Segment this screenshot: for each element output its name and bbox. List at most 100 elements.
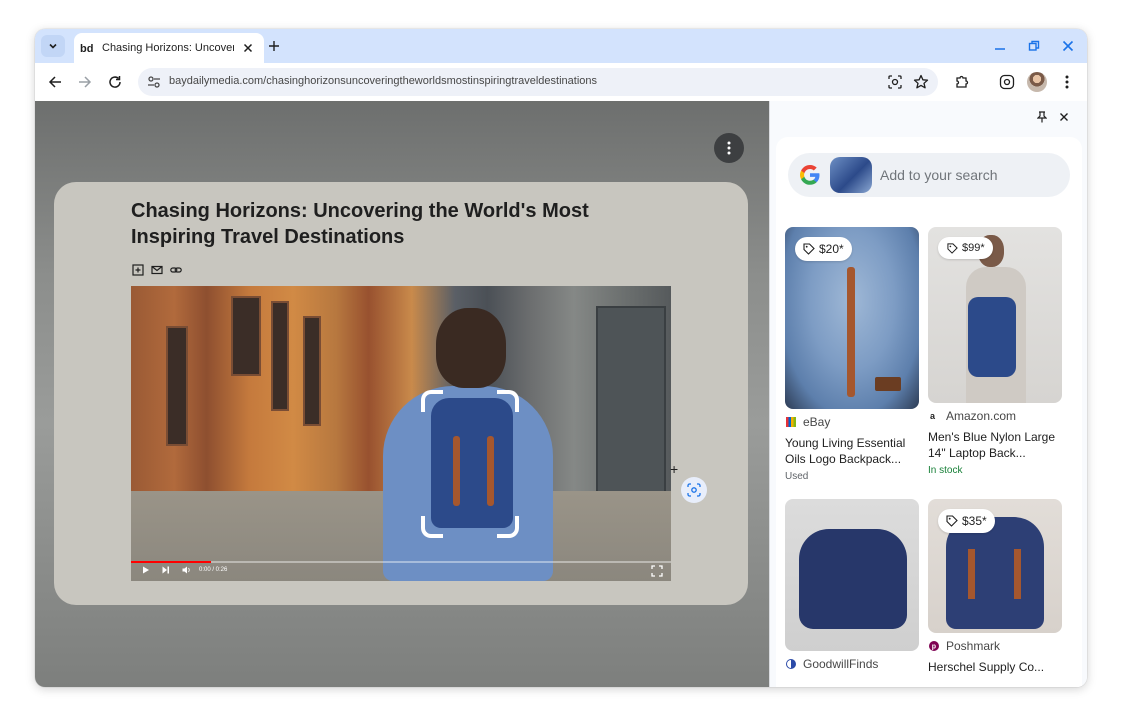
price-tag-icon <box>946 515 958 527</box>
selection-corner[interactable] <box>497 516 519 538</box>
puzzle-icon <box>956 75 969 88</box>
browser-window: bd Chasing Horizons: Uncovering the Worl… <box>35 29 1087 687</box>
close-panel-icon[interactable] <box>1056 109 1072 125</box>
google-lens-button[interactable] <box>995 70 1019 94</box>
result-card[interactable]: $99* a Amazon.com Men's Blue Nylon Large… <box>928 227 1062 476</box>
price-text: $20* <box>819 242 844 256</box>
product-name: Young Living Essential Oils Logo Backpac… <box>785 436 906 466</box>
backpack-strap <box>487 436 494 506</box>
goodwill-icon <box>785 658 797 670</box>
minimize-button[interactable] <box>988 35 1012 57</box>
article-card: Chasing Horizons: Uncovering the World's… <box>54 182 748 605</box>
backpack-object <box>431 398 513 528</box>
profile-avatar[interactable] <box>1027 72 1047 92</box>
forward-button[interactable] <box>73 70 97 94</box>
arrow-left-icon <box>48 76 61 88</box>
add-to-search-bar[interactable]: Add to your search <box>788 153 1070 197</box>
back-button[interactable] <box>43 70 67 94</box>
svg-text:a: a <box>930 411 936 421</box>
selection-corner[interactable] <box>421 390 443 412</box>
price-badge: $35* <box>938 509 995 533</box>
result-source: GoodwillFinds <box>785 657 919 671</box>
menu-button[interactable] <box>1055 70 1079 94</box>
price-badge: $99* <box>938 237 993 259</box>
site-info-icon[interactable] <box>146 74 162 90</box>
video-player[interactable]: 0:00 / 0:26 <box>131 286 671 581</box>
result-card[interactable]: $20* eBay Young Living Essential Oils Lo… <box>785 227 919 482</box>
restore-button[interactable] <box>1022 35 1046 57</box>
result-image[interactable]: $20* <box>785 227 919 409</box>
chevron-down-icon <box>49 43 57 49</box>
backpack-strap <box>968 549 975 599</box>
more-vert-icon <box>1065 75 1069 89</box>
price-tag-icon <box>803 243 815 255</box>
page-content: Chasing Horizons: Uncovering the World's… <box>35 101 769 687</box>
overlay-menu-button[interactable] <box>714 133 744 163</box>
volume-icon[interactable] <box>179 563 193 577</box>
building-window <box>231 296 261 376</box>
tab-close-icon[interactable] <box>240 40 256 56</box>
reload-icon <box>109 76 121 88</box>
url-text: baydailymedia.com/chasinghorizonsuncover… <box>169 75 598 87</box>
search-thumbnail[interactable] <box>830 157 872 193</box>
result-source: a Amazon.com <box>928 409 1062 423</box>
mail-icon[interactable] <box>150 263 164 277</box>
lens-icon <box>999 74 1015 90</box>
tab-search-button[interactable] <box>41 35 65 57</box>
price-text: $99* <box>962 242 985 254</box>
backpack-strap <box>453 436 460 506</box>
toolbar: baydailymedia.com/chasinghorizonsuncover… <box>35 63 1087 101</box>
product-name: Herschel Supply Co... <box>928 660 1045 674</box>
close-window-button[interactable] <box>1056 35 1080 57</box>
bookmark-star-icon[interactable] <box>912 73 930 91</box>
results-container: Add to your search $20* eBay Young Livin… <box>776 137 1082 687</box>
price-tag-icon <box>946 242 958 254</box>
result-image[interactable]: $99* <box>928 227 1062 403</box>
tab-title: Chasing Horizons: Uncovering the World's… <box>102 42 234 54</box>
backpack-strap <box>847 267 855 397</box>
google-logo-icon <box>798 163 822 187</box>
person-head <box>436 308 506 388</box>
fullscreen-icon[interactable] <box>651 565 663 577</box>
source-name: eBay <box>803 415 831 429</box>
leather-patch <box>875 377 901 391</box>
video-controls: 0:00 / 0:26 <box>131 559 671 581</box>
restore-icon <box>1028 40 1040 51</box>
price-badge: $20* <box>795 237 852 261</box>
lens-icon <box>687 483 701 497</box>
address-bar[interactable]: baydailymedia.com/chasinghorizonsuncover… <box>138 68 938 96</box>
extensions-button[interactable] <box>950 70 974 94</box>
add-icon[interactable] <box>131 263 145 277</box>
stock-status: In stock <box>928 465 963 476</box>
reload-button[interactable] <box>103 70 127 94</box>
backpack-object <box>946 517 1044 629</box>
link-icon[interactable] <box>169 263 183 277</box>
svg-text:p: p <box>932 644 936 651</box>
lens-side-panel: Add to your search $20* eBay Young Livin… <box>769 101 1087 687</box>
result-source: eBay <box>785 415 919 429</box>
lens-search-icon[interactable] <box>886 73 904 91</box>
result-source: p Poshmark <box>928 639 1062 653</box>
selection-corner[interactable] <box>421 516 443 538</box>
minimize-icon <box>995 48 1005 50</box>
site-favicon-icon: bd <box>80 40 96 56</box>
result-card[interactable]: GoodwillFinds <box>785 499 919 671</box>
source-name: GoodwillFinds <box>803 657 879 671</box>
result-image[interactable] <box>785 499 919 651</box>
result-card[interactable]: $35* p Poshmark Herschel Supply Co... <box>928 499 1062 675</box>
crosshair-cursor-icon: + <box>670 461 679 477</box>
selection-corner[interactable] <box>497 390 519 412</box>
tab-active[interactable]: bd Chasing Horizons: Uncovering the Worl… <box>74 33 264 63</box>
backpack-strap <box>1014 549 1021 599</box>
next-icon[interactable] <box>159 563 173 577</box>
close-icon <box>1062 40 1074 52</box>
pin-icon[interactable] <box>1034 109 1050 125</box>
result-image[interactable]: $35* <box>928 499 1062 633</box>
play-icon[interactable] <box>139 563 153 577</box>
backpack-object <box>799 529 907 629</box>
lens-floating-button[interactable] <box>681 477 707 503</box>
product-condition: Used <box>785 471 809 482</box>
new-tab-button[interactable] <box>265 37 283 55</box>
amazon-icon: a <box>928 410 940 422</box>
source-name: Amazon.com <box>946 409 1017 423</box>
